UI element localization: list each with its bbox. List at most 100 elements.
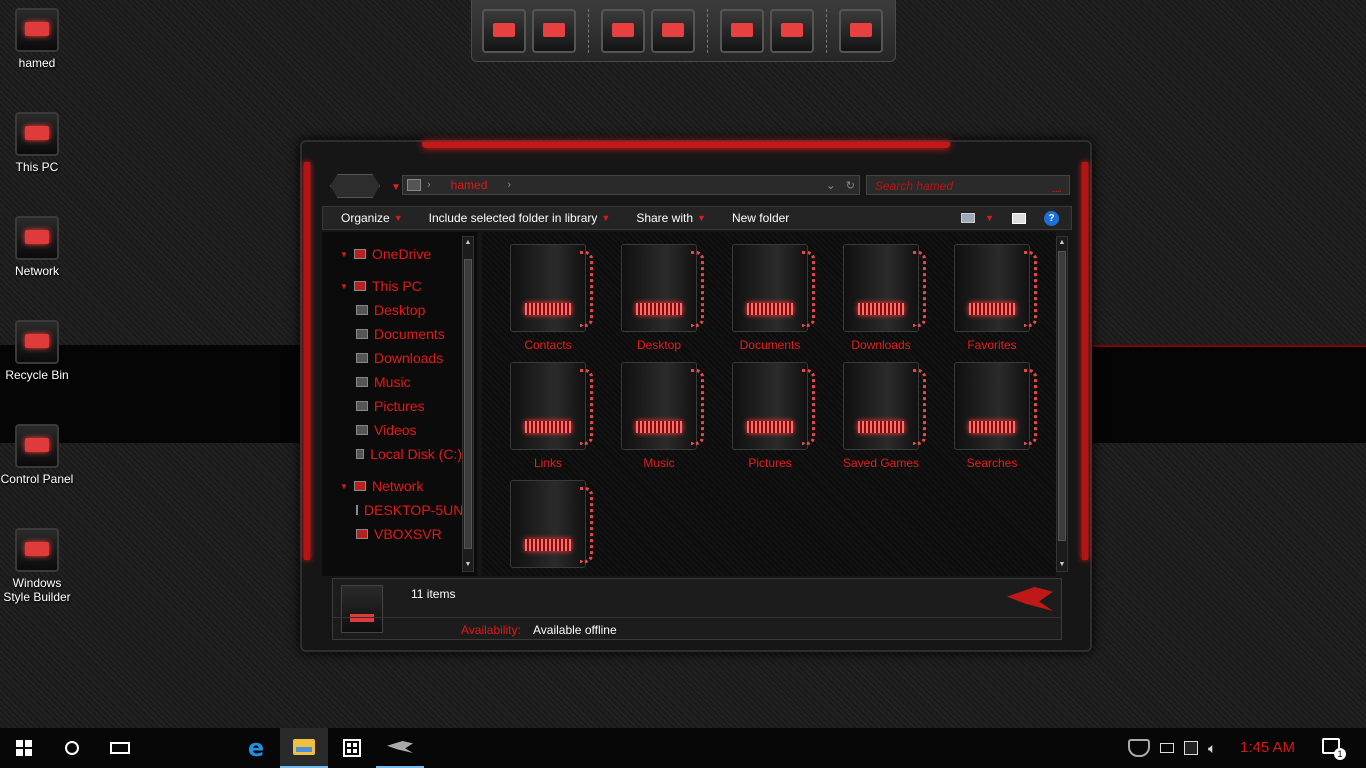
address-dropdown-icon[interactable]: ⌄ — [826, 178, 840, 192]
nav-item-vboxsvr[interactable]: VBOXSVR — [356, 526, 442, 542]
desktop-icon-label: Recycle Bin — [0, 368, 74, 382]
folder-documents[interactable]: Documents — [720, 244, 820, 352]
network-warning-icon[interactable] — [1184, 741, 1198, 755]
drive-icon — [356, 449, 364, 459]
share-with-button[interactable]: Share with▼ — [618, 211, 714, 225]
hard-drive-icon[interactable] — [720, 9, 764, 53]
nav-item-desktop-5un[interactable]: DESKTOP-5UN — [356, 502, 462, 518]
new-folder-button[interactable]: New folder — [714, 211, 797, 225]
scroll-up-icon[interactable]: ▲ — [463, 237, 473, 249]
videos-folder-icon — [510, 480, 586, 568]
clock[interactable]: 1:45 AM — [1240, 728, 1295, 768]
nav-item-documents[interactable]: Documents — [356, 326, 445, 342]
folder-links[interactable]: Links — [498, 362, 598, 470]
include-library-button[interactable]: Include selected folder in library▼ — [411, 211, 619, 225]
cortana-button[interactable] — [48, 728, 96, 768]
network-icon[interactable] — [532, 9, 576, 53]
preview-pane-icon[interactable] — [1012, 213, 1026, 224]
address-bar[interactable]: › hamed › ⌄ ↻ — [402, 175, 860, 195]
breadcrumb-separator-icon[interactable]: › — [507, 179, 511, 191]
back-forward-button[interactable] — [330, 174, 380, 198]
edge-icon: e — [248, 734, 264, 762]
edge-button[interactable]: e — [232, 728, 280, 768]
nav-item-label: Documents — [374, 326, 445, 342]
nav-item-label: Downloads — [374, 350, 443, 366]
nav-item-music[interactable]: Music — [356, 374, 411, 390]
folder-music[interactable]: Music — [609, 362, 709, 470]
nav-item-onedrive[interactable]: ▼OneDrive — [340, 246, 431, 262]
breadcrumb-hamed[interactable]: hamed — [451, 178, 488, 192]
folder-downloads[interactable]: Downloads — [831, 244, 931, 352]
folder-searches[interactable]: Searches — [942, 362, 1042, 470]
nav-item-label: Desktop — [374, 302, 425, 318]
rog-shield-icon[interactable] — [1128, 739, 1150, 757]
recent-locations-chevron-icon[interactable]: ▼ — [391, 182, 401, 193]
cortana-icon — [65, 741, 79, 755]
breadcrumb-separator-icon[interactable]: › — [427, 179, 431, 191]
folder-saved-games[interactable]: Saved Games — [831, 362, 931, 470]
content-scrollbar[interactable]: ▲ ▼ — [1056, 236, 1068, 572]
nav-pane-scrollbar[interactable]: ▲ ▼ — [462, 236, 474, 572]
search-input[interactable]: Search hamed ..... — [866, 175, 1070, 195]
help-icon[interactable]: ? — [1044, 211, 1059, 226]
desktop-icon-network[interactable]: Network — [0, 216, 74, 278]
search-icon[interactable]: ..... — [1052, 184, 1061, 195]
action-center-icon[interactable]: 1 — [1322, 738, 1340, 754]
folder-icon[interactable] — [770, 9, 814, 53]
folder-contacts[interactable]: Contacts — [498, 244, 598, 352]
scroll-thumb[interactable] — [1058, 251, 1066, 541]
desktop-icon-control-panel[interactable]: Control Panel — [0, 424, 74, 486]
store-button[interactable] — [328, 728, 376, 768]
chevron-down-icon[interactable]: ▼ — [985, 213, 994, 223]
scroll-down-icon[interactable]: ▼ — [463, 559, 473, 571]
scroll-up-icon[interactable]: ▲ — [1057, 237, 1067, 249]
nav-item-desktop[interactable]: Desktop — [356, 302, 425, 318]
computer-icon — [354, 281, 366, 291]
monitor-icon[interactable] — [482, 9, 526, 53]
system-tray: 🔈︎ — [1128, 728, 1216, 768]
task-view-button[interactable] — [96, 728, 144, 768]
nav-item-this-pc[interactable]: ▼This PC — [340, 278, 422, 294]
chevron-down-icon[interactable]: ▼ — [340, 282, 348, 291]
nav-item-pictures[interactable]: Pictures — [356, 398, 425, 414]
desktop-folder-icon — [356, 305, 368, 315]
desktop-icon-label: hamed — [0, 56, 74, 70]
nav-item-videos[interactable]: Videos — [356, 422, 417, 438]
windows-logo-icon — [16, 740, 32, 756]
desktop-icon-style-builder[interactable]: Windows Style Builder — [0, 528, 74, 604]
nav-item-local-disk[interactable]: Local Disk (C:) — [356, 446, 462, 462]
search-placeholder: Search hamed — [875, 179, 953, 193]
chevron-down-icon: ▼ — [394, 213, 403, 223]
searches-folder-icon — [954, 362, 1030, 450]
nav-item-downloads[interactable]: Downloads — [356, 350, 443, 366]
desktop-icon-user-folder[interactable]: hamed — [0, 8, 74, 70]
start-button[interactable] — [0, 728, 48, 768]
nav-item-network[interactable]: ▼Network — [340, 478, 423, 494]
desktop-icon-this-pc[interactable]: This PC — [0, 112, 74, 174]
chevron-down-icon[interactable]: ▼ — [340, 250, 348, 259]
folder-label: Desktop — [609, 338, 709, 352]
recycle-bin-icon[interactable] — [839, 9, 883, 53]
scroll-down-icon[interactable]: ▼ — [1057, 559, 1067, 571]
organize-button[interactable]: Organize▼ — [323, 211, 411, 225]
chevron-down-icon[interactable]: ▼ — [340, 482, 348, 491]
rog-app-button[interactable] — [376, 728, 424, 768]
folder-pictures[interactable]: Pictures — [720, 362, 820, 470]
navigation-pane: ▼OneDrive ▼This PC Desktop Documents Dow… — [322, 232, 477, 576]
view-options-icon[interactable] — [961, 213, 975, 223]
desktop-icon-label: Control Panel — [0, 472, 74, 486]
file-explorer-button[interactable] — [280, 728, 328, 768]
pictures-folder-icon — [732, 362, 808, 450]
scroll-thumb[interactable] — [464, 259, 472, 549]
refresh-icon[interactable]: ↻ — [846, 179, 859, 192]
power-icon[interactable] — [1160, 743, 1174, 753]
folder-favorites[interactable]: Favorites — [942, 244, 1042, 352]
joystick-icon[interactable] — [651, 9, 695, 53]
folder-desktop[interactable]: Desktop — [609, 244, 709, 352]
control-panel-icon[interactable] — [601, 9, 645, 53]
network-icon — [15, 216, 59, 260]
nav-item-label: Local Disk (C:) — [370, 446, 462, 462]
folder-videos[interactable] — [498, 480, 598, 574]
desktop-icon-recycle-bin[interactable]: Recycle Bin — [0, 320, 74, 382]
volume-icon[interactable]: 🔈︎ — [1208, 740, 1216, 757]
